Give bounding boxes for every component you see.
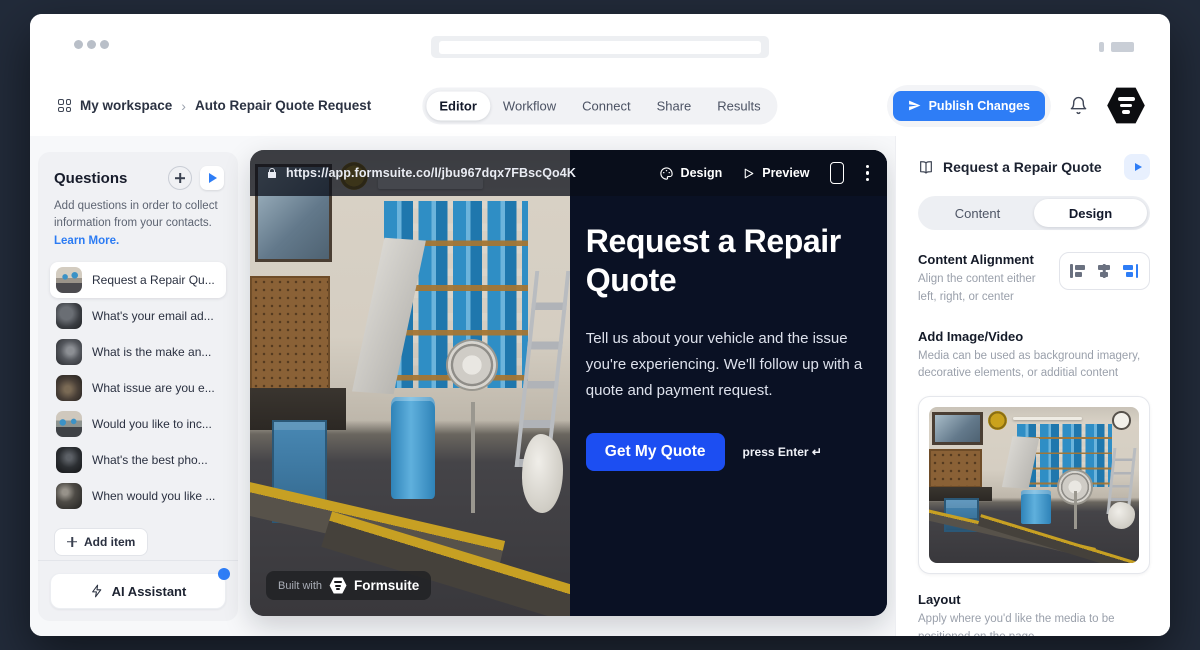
preview-form-button[interactable] <box>200 166 224 190</box>
settings-preview-button[interactable] <box>1124 154 1150 180</box>
questions-panel-description: Add questions in order to collect inform… <box>54 200 218 229</box>
design-button[interactable]: Design <box>659 166 723 181</box>
questions-panel-title: Questions <box>54 170 127 187</box>
publish-changes-label: Publish Changes <box>929 99 1030 113</box>
form-description: Tell us about your vehicle and the issue… <box>586 326 874 403</box>
ai-assistant-button[interactable]: AI Assistant <box>50 573 226 609</box>
header-tab-bar: Editor Workflow Connect Share Results <box>422 87 777 124</box>
content-design-tabs: Content Design <box>918 196 1150 230</box>
question-thumbnail <box>56 411 82 437</box>
add-item-button[interactable]: Add item <box>54 528 148 556</box>
app-header: My workspace › Auto Repair Quote Request… <box>30 75 1170 137</box>
form-preview: Request a Repair Quote Tell us about you… <box>250 150 887 616</box>
plus-icon <box>67 537 77 547</box>
garage-thumbnail <box>929 407 1139 563</box>
browser-window: My workspace › Auto Repair Quote Request… <box>30 14 1170 636</box>
built-with-badge[interactable]: Built with Formsuite <box>266 571 431 600</box>
add-question-button[interactable] <box>168 166 192 190</box>
content-alignment-title: Content Alignment <box>918 252 1049 267</box>
built-with-label: Built with <box>278 580 322 592</box>
palette-icon <box>659 166 674 181</box>
settings-panel-title: Request a Repair Quote <box>943 159 1102 175</box>
question-thumbnail <box>56 303 82 329</box>
question-thumbnail <box>56 483 82 509</box>
desktop-background: My workspace › Auto Repair Quote Request… <box>0 0 1200 650</box>
publish-changes-button[interactable]: Publish Changes <box>893 91 1045 121</box>
play-outline-icon <box>742 167 755 180</box>
play-icon <box>209 173 217 183</box>
browser-address-bar[interactable] <box>431 36 769 58</box>
more-options-button[interactable] <box>864 163 872 184</box>
add-image-video-description: Media can be used as background imagery,… <box>918 348 1150 384</box>
formsuite-logo-icon <box>329 577 347 594</box>
question-list-item[interactable]: What issue are you e... <box>50 370 226 406</box>
question-list: Request a Repair Qu... What's your email… <box>50 262 226 514</box>
paper-plane-icon <box>908 99 921 112</box>
press-enter-hint: press Enter ↵ <box>743 445 822 459</box>
breadcrumb-separator-icon: › <box>181 98 186 114</box>
account-avatar[interactable] <box>1106 87 1146 125</box>
breadcrumb-page[interactable]: Auto Repair Quote Request <box>195 98 371 113</box>
tab-connect[interactable]: Connect <box>569 91 643 120</box>
question-list-item[interactable]: Would you like to inc... <box>50 406 226 442</box>
browser-chrome <box>30 14 1170 75</box>
tab-design[interactable]: Design <box>1034 199 1147 227</box>
question-thumbnail <box>56 267 82 293</box>
question-thumbnail <box>56 447 82 473</box>
breadcrumb-workspace[interactable]: My workspace <box>80 98 172 113</box>
tab-content[interactable]: Content <box>921 199 1034 227</box>
lock-icon <box>266 167 278 179</box>
phone-icon <box>830 162 844 184</box>
get-my-quote-button[interactable]: Get My Quote <box>586 433 725 471</box>
layout-title: Layout <box>918 592 1150 607</box>
question-thumbnail <box>56 339 82 365</box>
content-area: Questions Add questions in order to coll… <box>30 136 1170 636</box>
media-card[interactable] <box>918 396 1150 574</box>
notification-dot <box>218 568 230 580</box>
content-alignment-description: Align the content either left, right, or… <box>918 271 1049 307</box>
tab-results[interactable]: Results <box>704 91 773 120</box>
window-traffic-lights[interactable] <box>74 40 109 49</box>
learn-more-link[interactable]: Learn More. <box>54 235 119 247</box>
alignment-options <box>1059 252 1150 290</box>
preview-url: https://app.formsuite.co/l/jbu967dqx7FBs… <box>286 166 576 180</box>
lightning-bolt-icon <box>90 584 104 598</box>
form-title: Request a Repair Quote <box>586 222 878 300</box>
add-image-video-title: Add Image/Video <box>918 329 1150 344</box>
settings-panel: Request a Repair Quote Content Design Co… <box>895 136 1170 636</box>
play-icon <box>1135 163 1142 171</box>
align-left-button[interactable] <box>1070 264 1085 278</box>
preview-button[interactable]: Preview <box>742 166 809 180</box>
mobile-view-button[interactable] <box>830 162 844 184</box>
preview-toolbar: https://app.formsuite.co/l/jbu967dqx7FBs… <box>250 150 887 196</box>
header-actions: Publish Changes <box>887 75 1146 136</box>
book-icon <box>918 159 934 175</box>
question-list-item[interactable]: Request a Repair Qu... <box>50 262 226 298</box>
publish-button-container: Publish Changes <box>887 85 1051 127</box>
question-list-item[interactable]: What is the make an... <box>50 334 226 370</box>
breadcrumb: My workspace › Auto Repair Quote Request <box>58 75 371 136</box>
question-list-item[interactable]: What's your email ad... <box>50 298 226 334</box>
question-list-item[interactable]: When would you like ... <box>50 478 226 514</box>
question-list-item[interactable]: What's the best pho... <box>50 442 226 478</box>
align-center-button[interactable] <box>1098 264 1110 278</box>
window-control-buttons[interactable] <box>1099 42 1134 52</box>
layout-description: Apply where you'd like the media to be p… <box>918 611 1138 636</box>
garage-photo <box>250 150 570 616</box>
align-right-button[interactable] <box>1123 264 1138 278</box>
tab-share[interactable]: Share <box>644 91 705 120</box>
preview-url-bar[interactable]: https://app.formsuite.co/l/jbu967dqx7FBs… <box>266 166 576 180</box>
workspace-grid-icon <box>58 99 71 112</box>
notifications-bell-icon[interactable] <box>1069 96 1088 115</box>
question-thumbnail <box>56 375 82 401</box>
tab-editor[interactable]: Editor <box>426 91 490 120</box>
questions-panel: Questions Add questions in order to coll… <box>38 152 238 621</box>
tab-workflow[interactable]: Workflow <box>490 91 569 120</box>
formsuite-brand-label: Formsuite <box>354 578 419 593</box>
form-hero-panel: Request a Repair Quote Tell us about you… <box>570 150 887 616</box>
